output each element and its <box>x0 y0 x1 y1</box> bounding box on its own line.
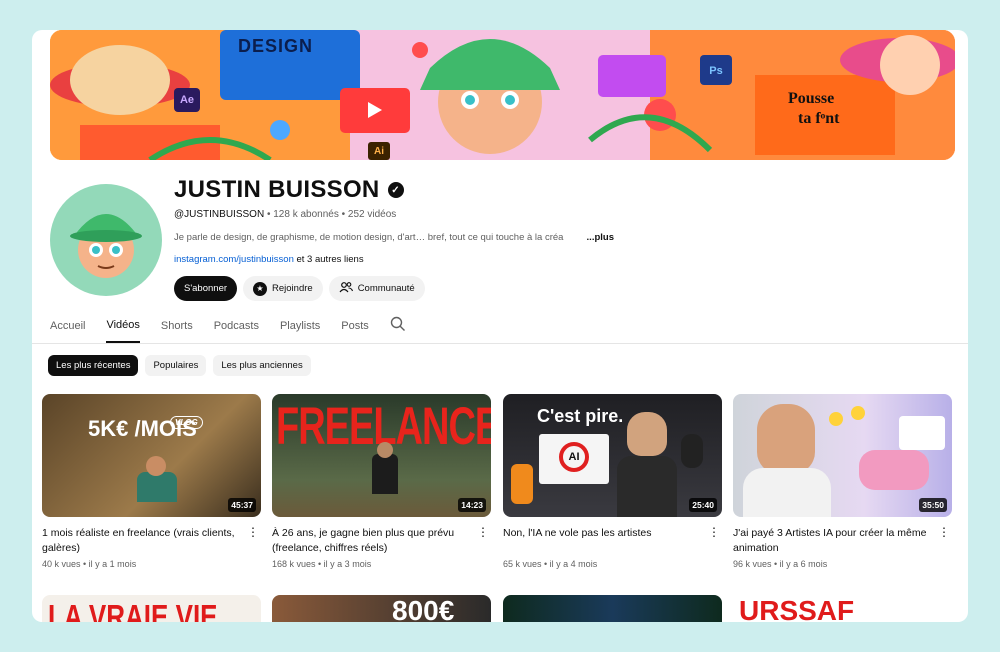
banner-ta-font-text: ta fᵒnt <box>798 110 840 127</box>
tab-shorts[interactable]: Shorts <box>161 313 193 342</box>
video-title[interactable]: À 26 ans, je gagne bien plus que prévu (… <box>272 526 472 556</box>
video-title[interactable]: J'ai payé 3 Artistes IA pour créer la mê… <box>733 526 933 556</box>
video-title[interactable]: 1 mois réaliste en freelance (vrais clie… <box>42 526 242 556</box>
chip-oldest[interactable]: Les plus anciennes <box>213 355 311 376</box>
people-icon <box>339 281 353 296</box>
channel-name-text: JUSTIN BUISSON <box>174 176 380 203</box>
banner-pousse-text: Pousse <box>788 90 835 107</box>
more-options-icon[interactable]: ⋮ <box>708 526 720 538</box>
video-meta: 65 k vues • il y a 4 mois <box>503 559 598 569</box>
channel-avatar[interactable] <box>50 184 162 296</box>
banner-design-text: DESIGN <box>238 36 314 56</box>
video-thumbnail-partial[interactable] <box>503 595 722 622</box>
tab-posts[interactable]: Posts <box>341 313 369 342</box>
after-effects-icon: Ae <box>174 88 200 112</box>
video-duration: 35:50 <box>919 498 947 512</box>
thumb-cest-pire-text: C'est pire. <box>537 406 624 426</box>
channel-stats: • 128 k abonnés • 252 vidéos <box>264 209 397 220</box>
subscribe-button[interactable]: S'abonner <box>174 276 238 301</box>
video-card[interactable]: 5K€ /MOIS VLOG 45:37 1 mois réaliste en … <box>42 394 261 569</box>
video-card[interactable]: C'est pire. AI 25:40 Non, l'IA ne vole p… <box>503 394 722 569</box>
video-card[interactable]: FREELANCE 14:23 À 26 ans, je gagne bien … <box>272 394 491 569</box>
more-options-icon[interactable]: ⋮ <box>247 526 259 538</box>
video-thumbnail[interactable]: C'est pire. AI 25:40 <box>503 394 722 517</box>
photoshop-icon: Ps <box>702 58 730 84</box>
join-label: Rejoindre <box>272 283 313 294</box>
chip-popular[interactable]: Populaires <box>145 355 207 376</box>
more-link[interactable]: ...plus <box>582 232 614 243</box>
instagram-link[interactable]: instagram.com/justinbuisson <box>174 254 294 265</box>
channel-name: JUSTIN BUISSON ✓ <box>174 176 404 204</box>
channel-description[interactable]: Je parle de design, de graphisme, de mot… <box>174 232 614 243</box>
community-label: Communauté <box>357 283 415 294</box>
video-thumbnail[interactable]: 5K€ /MOIS VLOG 45:37 <box>42 394 261 517</box>
community-button[interactable]: Communauté <box>328 276 425 301</box>
chip-recent[interactable]: Les plus récentes <box>48 355 139 376</box>
subscribe-label: S'abonner <box>184 283 228 294</box>
channel-banner: DESIGN Pousse ta fᵒnt Ae Ps Ai <box>50 30 955 160</box>
tab-accueil[interactable]: Accueil <box>50 313 85 342</box>
video-meta: 40 k vues • il y a 1 mois <box>42 559 137 569</box>
video-thumbnail-partial[interactable]: 800€ <box>272 595 491 622</box>
illustrator-icon: Ai <box>368 142 390 160</box>
channel-meta: @JUSTINBUISSON • 128 k abonnés • 252 vid… <box>174 209 396 220</box>
channel-handle: @JUSTINBUISSON <box>174 209 265 220</box>
tab-podcasts[interactable]: Podcasts <box>214 313 259 342</box>
video-card[interactable]: 35:50 J'ai payé 3 Artistes IA pour créer… <box>733 394 952 569</box>
video-title[interactable]: Non, l'IA ne vole pas les artistes <box>503 526 703 541</box>
star-badge-icon: ★ <box>253 281 268 296</box>
more-options-icon[interactable]: ⋮ <box>938 526 950 538</box>
channel-actions: S'abonner ★ Rejoindre Communauté <box>174 276 425 301</box>
video-duration: 45:37 <box>228 498 256 512</box>
tab-playlists[interactable]: Playlists <box>280 313 320 342</box>
more-options-icon[interactable]: ⋮ <box>477 526 489 538</box>
tabs-divider <box>32 343 968 344</box>
thumb-text: 800€ <box>392 595 455 622</box>
video-duration: 25:40 <box>689 498 717 512</box>
thumb-vlog-badge: VLOG <box>170 416 203 429</box>
thumb-text: URSSAF <box>739 595 855 622</box>
video-duration: 14:23 <box>458 498 486 512</box>
verified-check-icon: ✓ <box>387 182 404 198</box>
video-thumbnail-partial[interactable]: URSSAF <box>733 595 952 622</box>
channel-page: DESIGN Pousse ta fᵒnt Ae Ps Ai JUSTIN BU… <box>32 30 968 622</box>
channel-tabs: Accueil Vidéos Shorts Podcasts Playlists… <box>50 312 406 343</box>
video-thumbnail-partial[interactable]: LA VRAIE VIE <box>42 595 261 622</box>
search-icon[interactable] <box>390 314 406 341</box>
video-meta: 96 k vues • il y a 6 mois <box>733 559 828 569</box>
other-links[interactable]: et 3 autres liens <box>294 254 363 265</box>
join-button[interactable]: ★ Rejoindre <box>243 276 323 301</box>
video-thumbnail[interactable]: FREELANCE 14:23 <box>272 394 491 517</box>
channel-links: instagram.com/justinbuisson et 3 autres … <box>174 254 364 265</box>
video-meta: 168 k vues • il y a 3 mois <box>272 559 372 569</box>
tab-videos[interactable]: Vidéos <box>106 312 140 343</box>
sort-chips: Les plus récentes Populaires Les plus an… <box>48 355 311 376</box>
no-ai-icon: AI <box>559 442 589 472</box>
thumb-text: LA VRAIE VIE <box>48 597 218 622</box>
description-text: Je parle de design, de graphisme, de mot… <box>174 232 564 243</box>
video-thumbnail[interactable]: 35:50 <box>733 394 952 517</box>
